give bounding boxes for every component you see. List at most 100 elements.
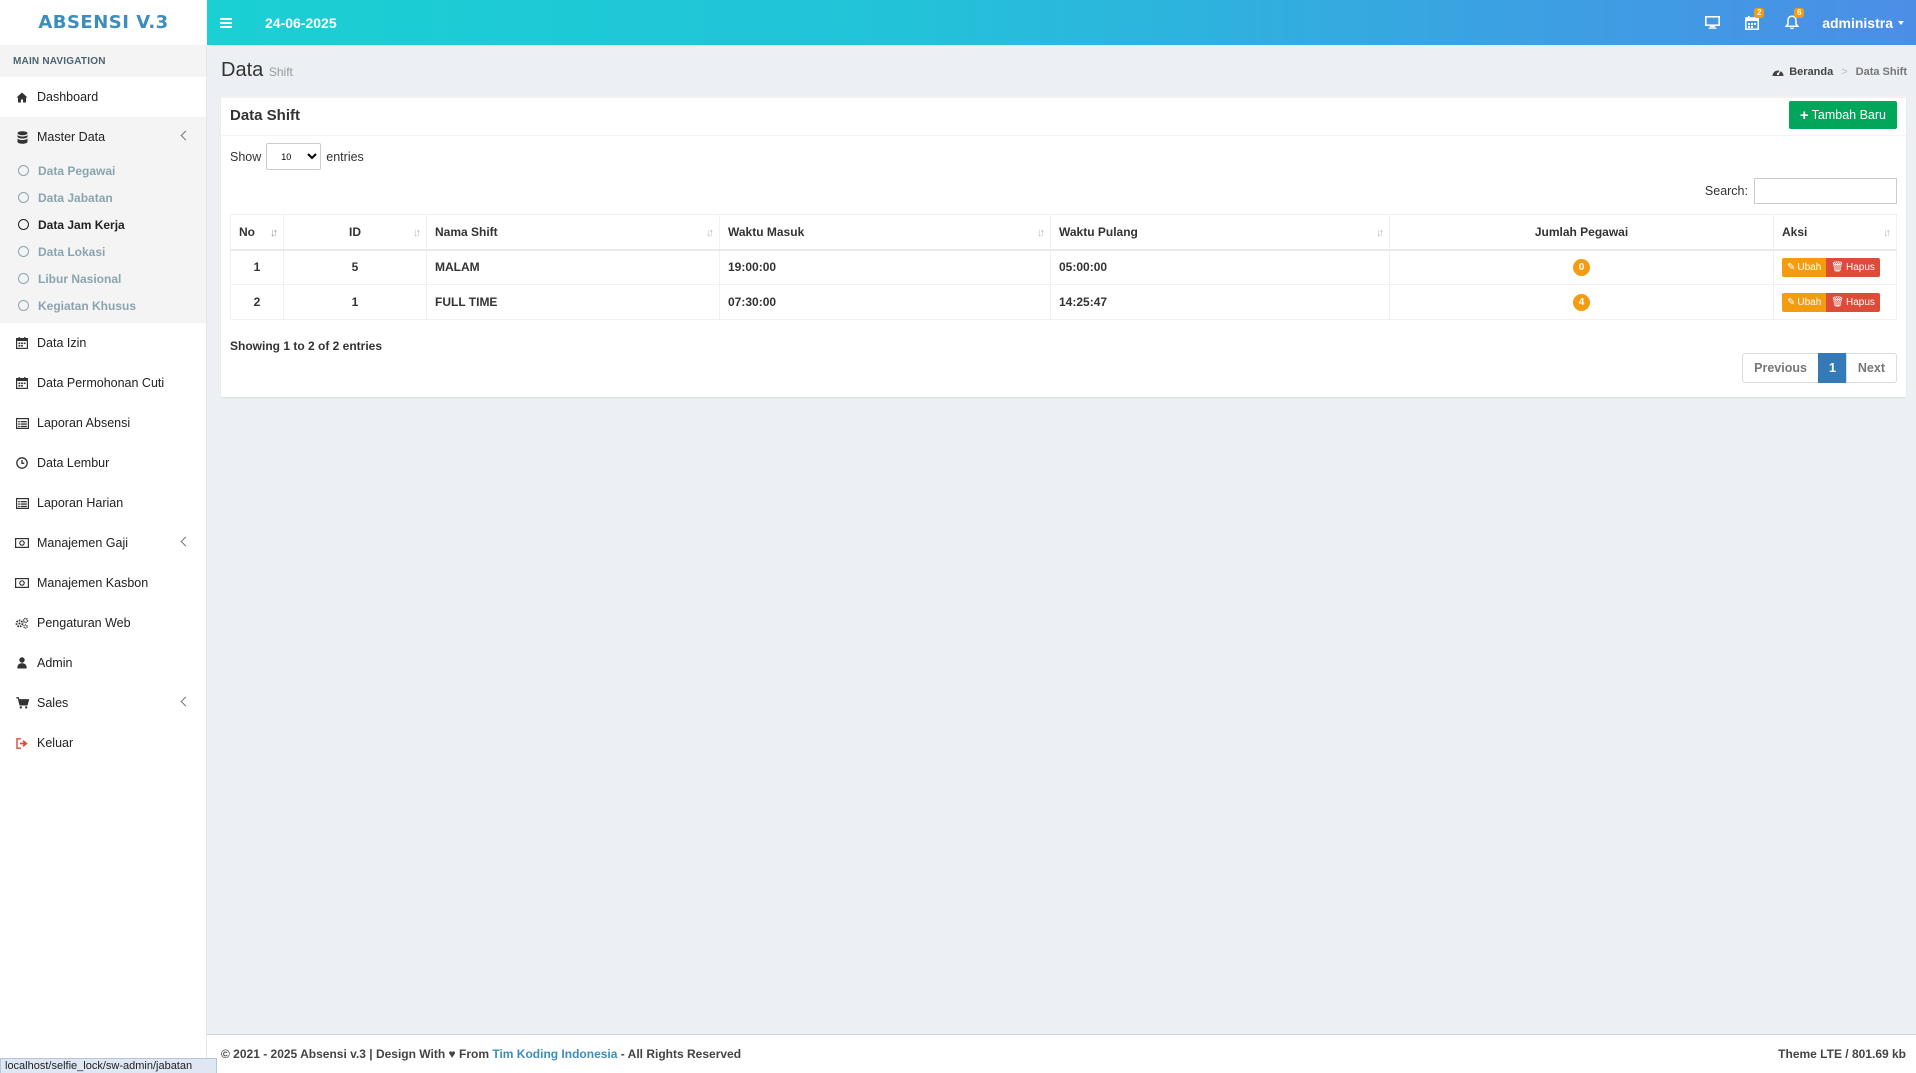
sidebar-item-dashboard[interactable]: Dashboard [0,77,206,117]
calendar-icon[interactable]: 2 [1732,0,1772,45]
cell-waktu-masuk: 19:00:00 [719,249,1051,285]
sidebar-item-pengaturan-web[interactable]: Pengaturan Web [0,603,206,643]
circle-icon [18,165,29,176]
trash-icon: 🗑 [1831,261,1844,273]
monitor-icon[interactable] [1692,0,1732,45]
circle-icon [18,300,29,311]
sort-icon: ↓↑ [413,227,421,239]
list-alt-icon [15,496,29,510]
column-header-aksi[interactable]: Aksi ↓↑ [1773,214,1897,251]
sidebar-subitem-data-pegawai[interactable]: Data Pegawai [0,157,206,184]
dashboard-icon [1772,70,1784,76]
sidebar-subitem-label: Data Jabatan [38,190,113,205]
pagination: Previous 1 Next [1742,353,1897,383]
sidebar-item-admin[interactable]: Admin [0,643,206,683]
column-label: ID [349,224,361,239]
cell-id: 1 [283,284,427,320]
footer-author-link[interactable]: Tim Koding Indonesia [492,1047,617,1061]
column-header-waktu-pulang[interactable]: Waktu Pulang ↓↑ [1050,214,1390,251]
entries-select[interactable]: 10 [266,143,322,170]
sidebar-item-laporan-absensi[interactable]: Laporan Absensi [0,403,206,443]
database-icon [15,130,29,144]
action-group: ✎ Ubah 🗑 Hapus [1782,257,1888,277]
app-logo[interactable]: ABSENSI V.3 [0,0,207,45]
delete-button[interactable]: 🗑 Hapus [1826,257,1880,277]
page-title: Data [221,59,264,81]
calendar-icon [15,336,29,350]
master-data-submenu: Data Pegawai Data Jabatan Data Jam Kerja… [0,157,206,323]
footer-rights: - All Rights Reserved [620,1047,742,1061]
search-label: Search: [1704,184,1748,198]
sidebar-item-data-izin[interactable]: Data Izin [0,323,206,363]
column-header-no[interactable]: No ↓↑ [230,214,284,251]
column-header-nama-shift[interactable]: Nama Shift ↓↑ [426,214,720,251]
sidebar-subitem-libur-nasional[interactable]: Libur Nasional [0,265,206,292]
calendar-icon [15,376,29,390]
edit-icon: ✎ [1787,261,1796,273]
edit-button[interactable]: ✎ Ubah [1782,257,1827,277]
circle-icon [18,219,29,230]
page-1-button[interactable]: 1 [1817,353,1847,383]
user-menu[interactable]: administra [1812,15,1916,31]
sidebar-item-label: Data Izin [37,336,87,350]
footer-from: From [458,1047,489,1061]
edit-icon: ✎ [1787,296,1796,308]
add-new-button[interactable]: + Tambah Baru [1788,101,1897,129]
column-header-waktu-masuk[interactable]: Waktu Masuk ↓↑ [719,214,1051,251]
previous-page-button[interactable]: Previous [1742,353,1819,383]
circle-icon [18,273,29,284]
chevron-down-icon [1898,20,1904,25]
shift-table: No ↓↑ ID ↓↑ Nama Shift ↓↑ Waktu Masuk ↓↑ Wak… [230,214,1897,320]
search-input[interactable] [1754,178,1897,204]
edit-label: Ubah [1797,261,1822,273]
bell-icon[interactable]: 6 [1772,0,1812,45]
column-label: Aksi [1782,224,1808,239]
sidebar-item-manajemen-gaji[interactable]: Manajemen Gaji [0,523,206,563]
delete-label: Hapus [1846,261,1875,273]
breadcrumb-home[interactable]: Beranda [1789,66,1833,78]
edit-button[interactable]: ✎ Ubah [1782,292,1827,312]
content-wrapper: Data Shift Beranda > Data Shift Data Shi… [207,45,1916,397]
sidebar-subitem-data-jam-kerja[interactable]: Data Jam Kerja [0,211,206,238]
sidebar-item-master-data[interactable]: Master Data [0,117,206,157]
column-header-id[interactable]: ID ↓↑ [283,214,427,251]
count-badge: 4 [1573,293,1590,311]
money-icon [15,536,29,550]
cell-jumlah-pegawai: 0 [1389,249,1774,285]
table-info: Showing 1 to 2 of 2 entries [230,339,383,353]
browser-status-url: localhost/selfie_lock/sw-admin/jabatan [0,1058,217,1073]
box-title: Data Shift [230,107,301,124]
table-search: Search: [1705,178,1897,204]
delete-button[interactable]: 🗑 Hapus [1826,292,1880,312]
sidebar-toggle-icon[interactable] [220,16,260,30]
next-page-button[interactable]: Next [1845,353,1897,383]
money-icon [15,576,29,590]
entries-label: entries [326,149,364,164]
sort-icon: ↓↑ [1037,227,1045,239]
count-badge: 0 [1573,258,1590,276]
notification-badge: 6 [1794,8,1805,18]
sort-icon: ↓↑ [1883,227,1891,239]
sidebar-item-data-lembur[interactable]: Data Lembur [0,443,206,483]
sidebar-item-laporan-harian[interactable]: Laporan Harian [0,483,206,523]
cell-no: 1 [230,249,284,285]
breadcrumb: Beranda > Data Shift [1772,66,1907,78]
sidebar-item-label: Dashboard [37,90,99,104]
chevron-left-icon [180,536,191,547]
column-header-jumlah-pegawai: Jumlah Pegawai [1389,214,1774,251]
sidebar-item-keluar[interactable]: Keluar [0,723,206,763]
breadcrumb-separator: > [1841,66,1848,78]
sidebar-item-sales[interactable]: Sales [0,683,206,723]
column-label: Waktu Masuk [728,224,805,239]
footer-theme-info: Theme LTE / 801.69 kb [1778,1047,1906,1061]
navbar: 24-06-2025 2 6 administra [207,0,1916,45]
sidebar-subitem-data-lokasi[interactable]: Data Lokasi [0,238,206,265]
sidebar-subitem-data-jabatan[interactable]: Data Jabatan [0,184,206,211]
sidebar-item-data-permohonan-cuti[interactable]: Data Permohonan Cuti [0,363,206,403]
sidebar-header: MAIN NAVIGATION [0,45,206,77]
sort-asc-icon: ↓↑ [270,227,278,239]
sidebar-item-manajemen-kasbon[interactable]: Manajemen Kasbon [0,563,206,603]
sidebar-subitem-kegiatan-khusus[interactable]: Kegiatan Khusus [0,292,206,319]
shopping-cart-icon [15,696,29,710]
sidebar-subitem-label: Data Pegawai [38,163,116,178]
